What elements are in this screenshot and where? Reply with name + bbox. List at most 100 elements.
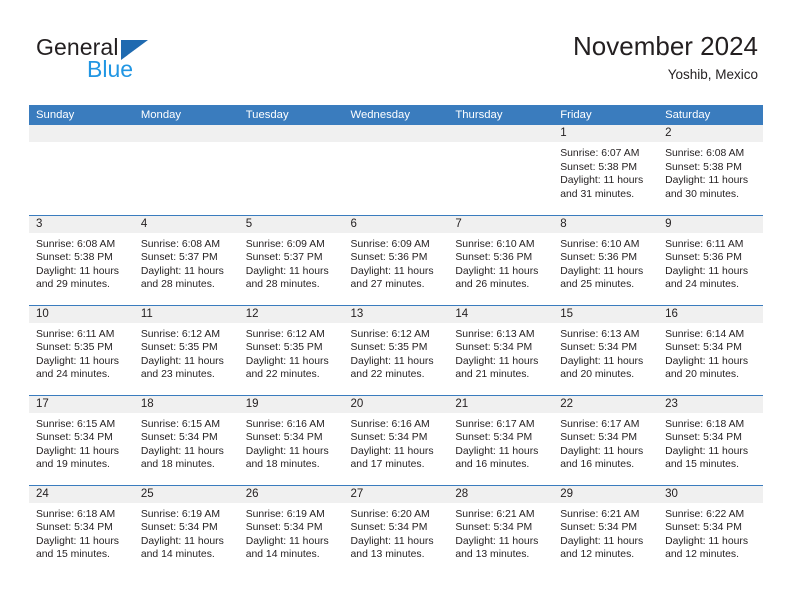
calendar-day-cell[interactable]: 16 Sunrise: 6:14 AM Sunset: 5:34 PM Dayligh… xyxy=(658,304,763,395)
calendar-day-cell[interactable]: 24 Sunrise: 6:18 AM Sunset: 5:34 PM Dayligh… xyxy=(29,484,134,575)
daylight-text-line2: and 28 minutes. xyxy=(245,279,320,291)
daylight-text-line1: Daylight: 11 hours xyxy=(560,355,644,367)
sunset-text: Sunset: 5:34 PM xyxy=(350,432,428,444)
calendar-day-cell[interactable]: 5 Sunrise: 6:09 AM Sunset: 5:37 PM Daylight… xyxy=(238,214,344,305)
day-number: 14 xyxy=(448,305,554,323)
day-details: Sunrise: 6:11 AM Sunset: 5:36 PM Daylight:… xyxy=(658,233,763,292)
daylight-text-line1: Daylight: 11 hours xyxy=(350,355,434,367)
daylight-text-line2: and 19 minutes. xyxy=(36,459,110,471)
calendar-day-cell[interactable]: 4 Sunrise: 6:08 AM Sunset: 5:37 PM Daylight… xyxy=(133,214,239,305)
sunset-text: Sunset: 5:34 PM xyxy=(350,522,428,534)
calendar-day-cell[interactable]: 17 Sunrise: 6:15 AM Sunset: 5:34 PM Dayligh… xyxy=(29,394,134,485)
calendar-day-cell[interactable]: 19 Sunrise: 6:16 AM Sunset: 5:34 PM Dayligh… xyxy=(238,394,344,485)
sunset-text: Sunset: 5:37 PM xyxy=(245,252,323,264)
calendar-week-row: 17 Sunrise: 6:15 AM Sunset: 5:34 PM Dayligh… xyxy=(29,394,763,485)
day-number: 7 xyxy=(448,215,554,233)
sunset-text: Sunset: 5:34 PM xyxy=(36,522,113,534)
daylight-text-line2: and 13 minutes. xyxy=(350,549,425,561)
daylight-text-line2: and 26 minutes. xyxy=(455,279,530,291)
calendar-day-cell[interactable]: 29 Sunrise: 6:21 AM Sunset: 5:34 PM Dayligh… xyxy=(553,484,659,575)
sunset-text: Sunset: 5:34 PM xyxy=(455,522,533,534)
day-number: 11 xyxy=(133,305,239,323)
daylight-text-line1: Daylight: 11 hours xyxy=(455,355,539,367)
page-subtitle-location: Yoshib, Mexico xyxy=(667,66,758,82)
day-details: Sunrise: 6:10 AM Sunset: 5:36 PM Daylight:… xyxy=(448,233,553,292)
daylight-text-line2: and 20 minutes. xyxy=(665,369,739,381)
day-number: 9 xyxy=(658,215,763,233)
calendar-day-cell[interactable]: 10 Sunrise: 6:11 AM Sunset: 5:35 PM Dayligh… xyxy=(29,304,134,395)
daylight-text-line1: Daylight: 11 hours xyxy=(560,535,644,547)
sunset-text: Sunset: 5:35 PM xyxy=(245,342,323,354)
day-number xyxy=(343,125,449,142)
sunrise-text: Sunrise: 6:16 AM xyxy=(245,418,325,430)
day-number: 12 xyxy=(238,305,344,323)
day-details: Sunrise: 6:12 AM Sunset: 5:35 PM Daylight:… xyxy=(344,323,449,382)
daylight-text-line1: Daylight: 11 hours xyxy=(140,535,224,547)
daylight-text-line2: and 30 minutes. xyxy=(665,188,739,200)
calendar-day-cell[interactable]: 15 Sunrise: 6:13 AM Sunset: 5:34 PM Dayligh… xyxy=(553,304,659,395)
day-details: Sunrise: 6:18 AM Sunset: 5:34 PM Daylight:… xyxy=(29,503,134,562)
calendar-day-cell[interactable]: 11 Sunrise: 6:12 AM Sunset: 5:35 PM Dayligh… xyxy=(133,304,239,395)
calendar-day-cell[interactable]: 3 Sunrise: 6:08 AM Sunset: 5:38 PM Daylight… xyxy=(29,214,134,305)
daylight-text-line2: and 17 minutes. xyxy=(350,459,425,471)
calendar-day-cell[interactable]: 9 Sunrise: 6:11 AM Sunset: 5:36 PM Daylight… xyxy=(658,214,763,305)
sunset-text: Sunset: 5:34 PM xyxy=(245,432,323,444)
weekday-header-tuesday: Tuesday xyxy=(238,105,344,125)
weekday-header-sunday: Sunday xyxy=(29,105,134,125)
calendar-day-cell[interactable]: 6 Sunrise: 6:09 AM Sunset: 5:36 PM Daylight… xyxy=(343,214,449,305)
calendar-day-cell[interactable]: 30 Sunrise: 6:22 AM Sunset: 5:34 PM Dayligh… xyxy=(658,484,763,575)
daylight-text-line2: and 18 minutes. xyxy=(140,459,215,471)
daylight-text-line1: Daylight: 11 hours xyxy=(560,175,644,187)
day-details: Sunrise: 6:19 AM Sunset: 5:34 PM Daylight:… xyxy=(239,503,344,562)
daylight-text-line1: Daylight: 11 hours xyxy=(665,445,749,457)
sunrise-text: Sunrise: 6:09 AM xyxy=(350,238,430,250)
calendar-day-cell[interactable]: 25 Sunrise: 6:19 AM Sunset: 5:34 PM Dayligh… xyxy=(133,484,239,575)
calendar-day-cell-empty xyxy=(29,125,134,215)
calendar-day-cell[interactable]: 26 Sunrise: 6:19 AM Sunset: 5:34 PM Dayligh… xyxy=(238,484,344,575)
calendar-day-cell[interactable]: 18 Sunrise: 6:15 AM Sunset: 5:34 PM Dayligh… xyxy=(133,394,239,485)
weekday-header-monday: Monday xyxy=(133,105,239,125)
calendar-day-cell[interactable]: 27 Sunrise: 6:20 AM Sunset: 5:34 PM Dayligh… xyxy=(343,484,449,575)
calendar-day-cell[interactable]: 14 Sunrise: 6:13 AM Sunset: 5:34 PM Dayligh… xyxy=(448,304,554,395)
daylight-text-line1: Daylight: 11 hours xyxy=(350,445,434,457)
sunset-text: Sunset: 5:34 PM xyxy=(36,432,113,444)
calendar-week-row: 10 Sunrise: 6:11 AM Sunset: 5:35 PM Dayligh… xyxy=(29,304,763,395)
daylight-text-line2: and 24 minutes. xyxy=(36,369,110,381)
day-details: Sunrise: 6:20 AM Sunset: 5:34 PM Daylight:… xyxy=(344,503,449,562)
calendar-day-cell[interactable]: 20 Sunrise: 6:16 AM Sunset: 5:34 PM Dayligh… xyxy=(343,394,449,485)
calendar-day-cell[interactable]: 1 Sunrise: 6:07 AM Sunset: 5:38 PM Daylight… xyxy=(553,125,659,215)
sunrise-text: Sunrise: 6:17 AM xyxy=(560,418,640,430)
weekday-header-saturday: Saturday xyxy=(658,105,763,125)
sunset-text: Sunset: 5:34 PM xyxy=(560,522,638,534)
calendar-day-cell[interactable]: 21 Sunrise: 6:17 AM Sunset: 5:34 PM Dayligh… xyxy=(448,394,554,485)
daylight-text-line2: and 23 minutes. xyxy=(140,369,215,381)
calendar-day-cell[interactable]: 23 Sunrise: 6:18 AM Sunset: 5:34 PM Dayligh… xyxy=(658,394,763,485)
daylight-text-line1: Daylight: 11 hours xyxy=(455,265,539,277)
sunrise-text: Sunrise: 6:20 AM xyxy=(350,508,430,520)
sunrise-text: Sunrise: 6:22 AM xyxy=(665,508,745,520)
daylight-text-line1: Daylight: 11 hours xyxy=(245,265,329,277)
calendar-day-cell[interactable]: 13 Sunrise: 6:12 AM Sunset: 5:35 PM Dayligh… xyxy=(343,304,449,395)
calendar-week-row: 24 Sunrise: 6:18 AM Sunset: 5:34 PM Dayligh… xyxy=(29,484,763,575)
calendar-day-cell[interactable]: 8 Sunrise: 6:10 AM Sunset: 5:36 PM Daylight… xyxy=(553,214,659,305)
day-details: Sunrise: 6:09 AM Sunset: 5:36 PM Daylight:… xyxy=(344,233,449,292)
brand-logo[interactable]: General Blue xyxy=(36,36,256,92)
sunset-text: Sunset: 5:34 PM xyxy=(665,432,742,444)
calendar-day-cell-empty xyxy=(133,125,239,215)
sunset-text: Sunset: 5:36 PM xyxy=(665,252,742,264)
daylight-text-line2: and 24 minutes. xyxy=(665,279,739,291)
day-number: 18 xyxy=(133,395,239,413)
sunrise-text: Sunrise: 6:11 AM xyxy=(36,328,115,340)
calendar-day-cell[interactable]: 2 Sunrise: 6:08 AM Sunset: 5:38 PM Daylight… xyxy=(658,125,763,215)
day-details: Sunrise: 6:14 AM Sunset: 5:34 PM Daylight:… xyxy=(658,323,763,382)
day-number xyxy=(29,125,134,142)
calendar-day-cell[interactable]: 28 Sunrise: 6:21 AM Sunset: 5:34 PM Dayligh… xyxy=(448,484,554,575)
day-number: 28 xyxy=(448,485,554,503)
day-details: Sunrise: 6:17 AM Sunset: 5:34 PM Daylight:… xyxy=(448,413,553,472)
day-number: 13 xyxy=(343,305,449,323)
sunrise-text: Sunrise: 6:09 AM xyxy=(245,238,325,250)
calendar-day-cell[interactable]: 12 Sunrise: 6:12 AM Sunset: 5:35 PM Dayligh… xyxy=(238,304,344,395)
calendar-day-cell[interactable]: 7 Sunrise: 6:10 AM Sunset: 5:36 PM Daylight… xyxy=(448,214,554,305)
sunrise-text: Sunrise: 6:08 AM xyxy=(665,148,745,159)
calendar-day-cell[interactable]: 22 Sunrise: 6:17 AM Sunset: 5:34 PM Dayligh… xyxy=(553,394,659,485)
